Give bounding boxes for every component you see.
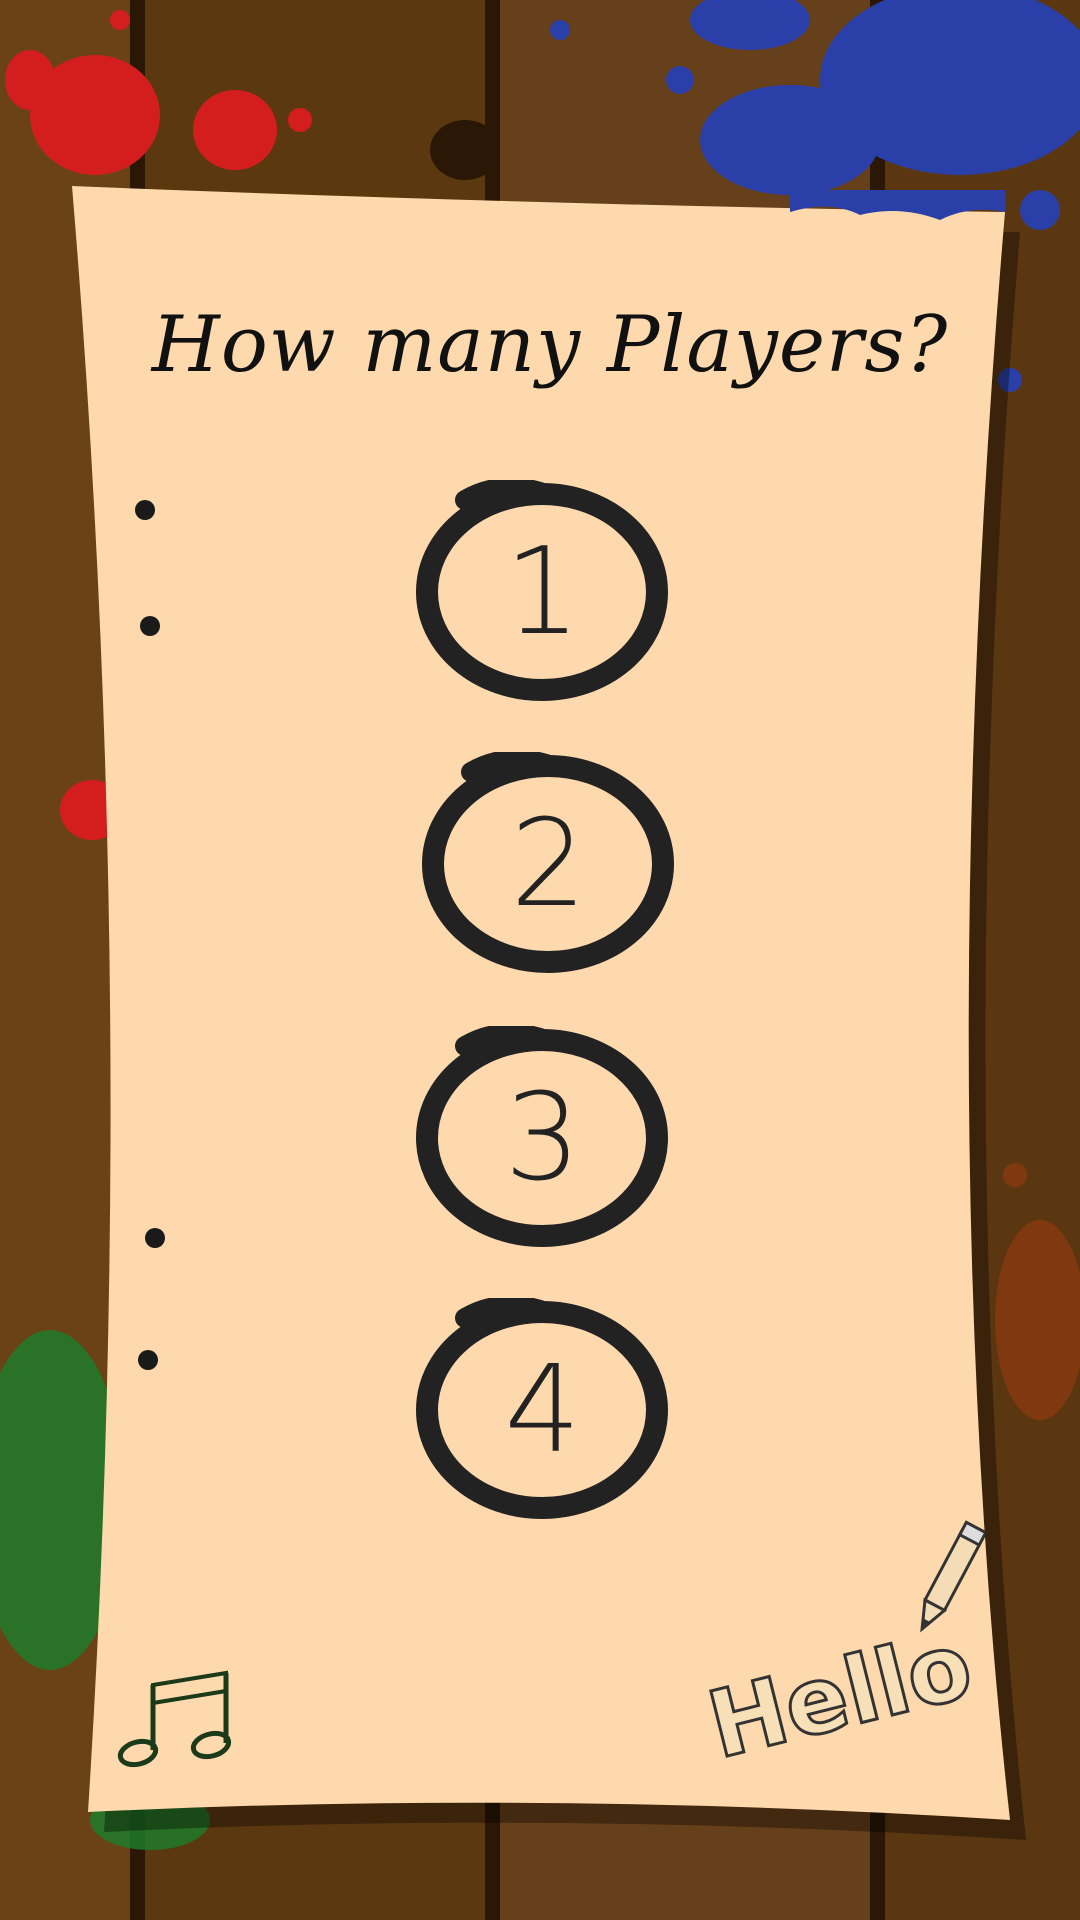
music-note-icon xyxy=(117,1670,232,1768)
player-count-1-button[interactable]: 1 xyxy=(410,480,675,705)
player-count-2-button[interactable]: 2 xyxy=(416,752,681,977)
hand-drawn-circle-icon xyxy=(416,1026,668,1247)
hand-drawn-circle-icon xyxy=(422,752,674,973)
music-toggle-button[interactable] xyxy=(108,1665,233,1770)
page-title: How many Players? xyxy=(151,300,949,390)
player-count-3-button[interactable]: 3 xyxy=(410,1026,675,1251)
hand-drawn-circle-icon xyxy=(416,1298,668,1519)
paper-sheet xyxy=(72,186,1010,1820)
player-count-4-button[interactable]: 4 xyxy=(410,1298,675,1523)
hand-drawn-circle-icon xyxy=(416,480,668,701)
